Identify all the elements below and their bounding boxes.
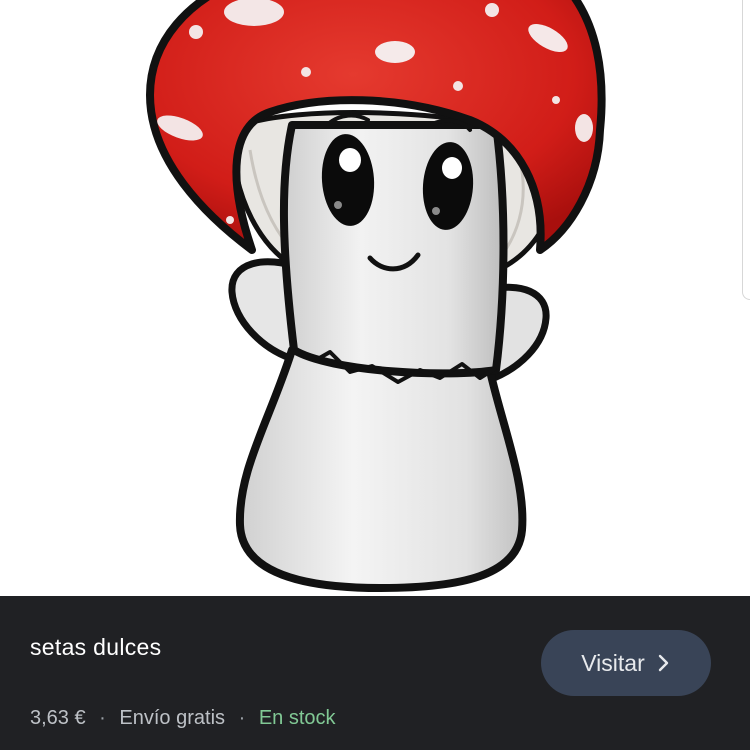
shipping-info: Envío gratis bbox=[119, 707, 226, 729]
price: 3,63 € bbox=[30, 707, 86, 729]
chevron-right-icon bbox=[658, 654, 668, 672]
visit-button-label: Visitar bbox=[581, 649, 645, 676]
mushroom-character-illustration bbox=[146, 0, 606, 592]
separator: · bbox=[238, 707, 246, 729]
visit-button[interactable]: Visitar bbox=[541, 630, 711, 696]
stock-status: En stock bbox=[258, 707, 336, 729]
product-image[interactable] bbox=[0, 0, 750, 596]
scrollbar[interactable] bbox=[742, 0, 750, 300]
product-preview-screen: setas dulces Visitar 3,63 € · Envío grat… bbox=[0, 0, 750, 750]
product-title[interactable]: setas dulces bbox=[30, 634, 161, 661]
product-meta: 3,63 € · Envío gratis · En stock bbox=[30, 707, 336, 730]
separator: · bbox=[99, 707, 106, 729]
